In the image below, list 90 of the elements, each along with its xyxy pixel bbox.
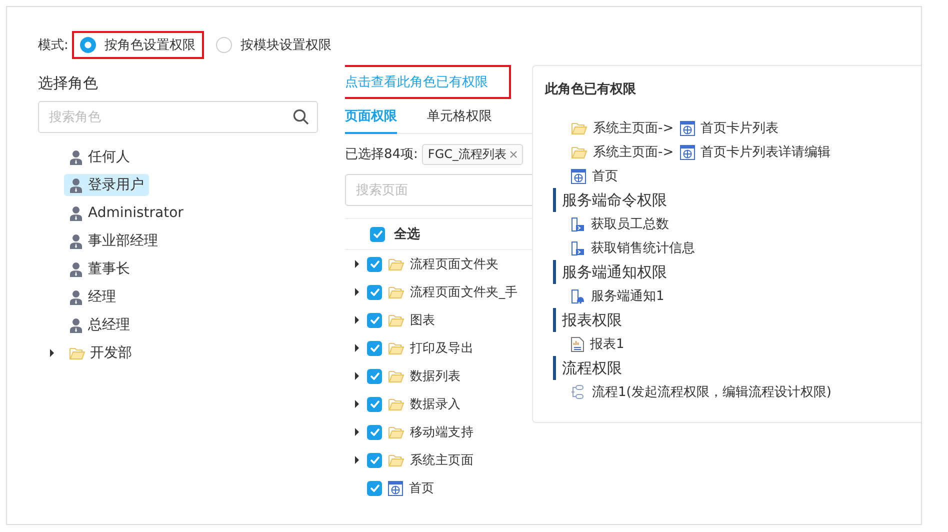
caret-icon[interactable]: [353, 344, 361, 352]
command-icon: [571, 216, 585, 232]
permission-item: 流程1(发起流程权限，编辑流程设计权限): [592, 384, 832, 401]
role-item[interactable]: 登录用户: [64, 174, 149, 196]
page-tree-item[interactable]: 首页: [409, 480, 434, 496]
checkbox[interactable]: [367, 452, 382, 468]
folder-icon: [571, 122, 587, 134]
caret-icon[interactable]: [353, 428, 361, 436]
folder-icon: [388, 258, 404, 270]
caret-icon[interactable]: [353, 260, 361, 268]
folder-icon: [388, 454, 404, 466]
mode-radio-option[interactable]: 按角色设置权限: [72, 31, 204, 59]
folder-path: 系统主页面->: [593, 144, 674, 161]
user-icon: [69, 206, 83, 220]
search-field[interactable]: 搜索角色: [38, 101, 318, 133]
report-icon: [571, 336, 584, 352]
user-icon: [69, 262, 83, 276]
selected-count: 已选择84项:: [345, 146, 418, 163]
section-heading: 报表权限: [553, 308, 909, 332]
user-icon: [69, 150, 83, 164]
checkbox[interactable]: [370, 226, 385, 242]
folder-icon: [571, 146, 587, 158]
page-tree-item[interactable]: 数据录入: [410, 396, 461, 412]
selected-tag[interactable]: FGC_流程列表: [422, 144, 523, 164]
checkbox[interactable]: [367, 424, 382, 440]
mode-radio-option[interactable]: 按模块设置权限: [208, 31, 340, 59]
caret-icon[interactable]: [48, 349, 56, 357]
user-icon: [69, 290, 83, 304]
close-icon[interactable]: [510, 150, 517, 158]
checkbox[interactable]: [367, 312, 382, 328]
permission-item: 获取销售统计信息: [591, 240, 695, 257]
checkbox[interactable]: [367, 284, 382, 300]
bell-document-icon: [571, 288, 585, 304]
checkbox[interactable]: [367, 256, 382, 272]
folder-icon: [388, 286, 404, 298]
role-item[interactable]: 董事长: [64, 258, 135, 280]
role-item[interactable]: 开发部: [64, 342, 137, 364]
permission-item: 首页卡片列表: [700, 120, 779, 137]
workflow-icon: [571, 385, 586, 399]
select-all-label: 全选: [394, 226, 420, 243]
page-tree-item[interactable]: 流程页面文件夹: [410, 256, 499, 272]
caret-icon[interactable]: [353, 372, 361, 380]
folder-icon: [388, 426, 404, 438]
caret-icon[interactable]: [353, 400, 361, 408]
command-icon: [571, 240, 585, 256]
page-icon: [571, 168, 586, 184]
checkbox[interactable]: [367, 368, 382, 384]
page-tree-item[interactable]: 图表: [410, 312, 436, 328]
folder-icon: [388, 398, 404, 410]
page-tree-item[interactable]: 打印及导出: [410, 340, 474, 356]
folder-icon: [69, 346, 85, 360]
page-icon: [388, 480, 403, 496]
caret-icon[interactable]: [353, 456, 361, 464]
mode-label: 模式:: [38, 37, 68, 54]
popover-title: 此角色已有权限: [545, 81, 637, 98]
caret-icon[interactable]: [353, 316, 361, 324]
role-item[interactable]: 总经理: [64, 314, 135, 336]
checkbox[interactable]: [367, 340, 382, 356]
section-heading: 服务端命令权限: [553, 188, 909, 212]
search-field[interactable]: 搜索页面: [345, 174, 532, 206]
section-heading: 流程权限: [553, 356, 909, 380]
permission-item: 获取员工总数: [591, 216, 669, 233]
tab[interactable]: 单元格权限: [427, 101, 492, 134]
user-icon: [69, 318, 83, 332]
role-item[interactable]: 任何人: [64, 146, 135, 168]
checkbox[interactable]: [367, 480, 382, 496]
folder-path: 系统主页面->: [593, 120, 674, 137]
caret-icon[interactable]: [353, 288, 361, 296]
roles-title: 选择角色: [38, 72, 99, 94]
permission-item: 首页: [592, 168, 618, 185]
section-heading: 服务端通知权限: [553, 260, 909, 284]
role-item[interactable]: Administrator: [64, 203, 188, 223]
permission-item: 报表1: [590, 336, 624, 353]
search-icon[interactable]: [293, 109, 309, 125]
permission-item: 服务端通知1: [591, 288, 664, 305]
role-item[interactable]: 事业部经理: [64, 230, 163, 252]
page-tree-item[interactable]: 系统主页面: [410, 452, 474, 468]
role-item[interactable]: 经理: [64, 286, 121, 308]
checkbox[interactable]: [367, 396, 382, 412]
folder-icon: [388, 370, 404, 382]
user-icon: [69, 234, 83, 248]
page-icon: [680, 120, 695, 136]
page-tree-item[interactable]: 移动端支持: [410, 424, 474, 440]
permission-item: 首页卡片列表详请编辑: [700, 144, 831, 161]
folder-icon: [388, 314, 404, 326]
page-tree-item[interactable]: 流程页面文件夹_手: [410, 284, 518, 300]
page-tree-item[interactable]: 数据列表: [410, 368, 461, 384]
folder-icon: [388, 342, 404, 354]
page-icon: [680, 144, 695, 160]
user-icon: [69, 178, 83, 192]
